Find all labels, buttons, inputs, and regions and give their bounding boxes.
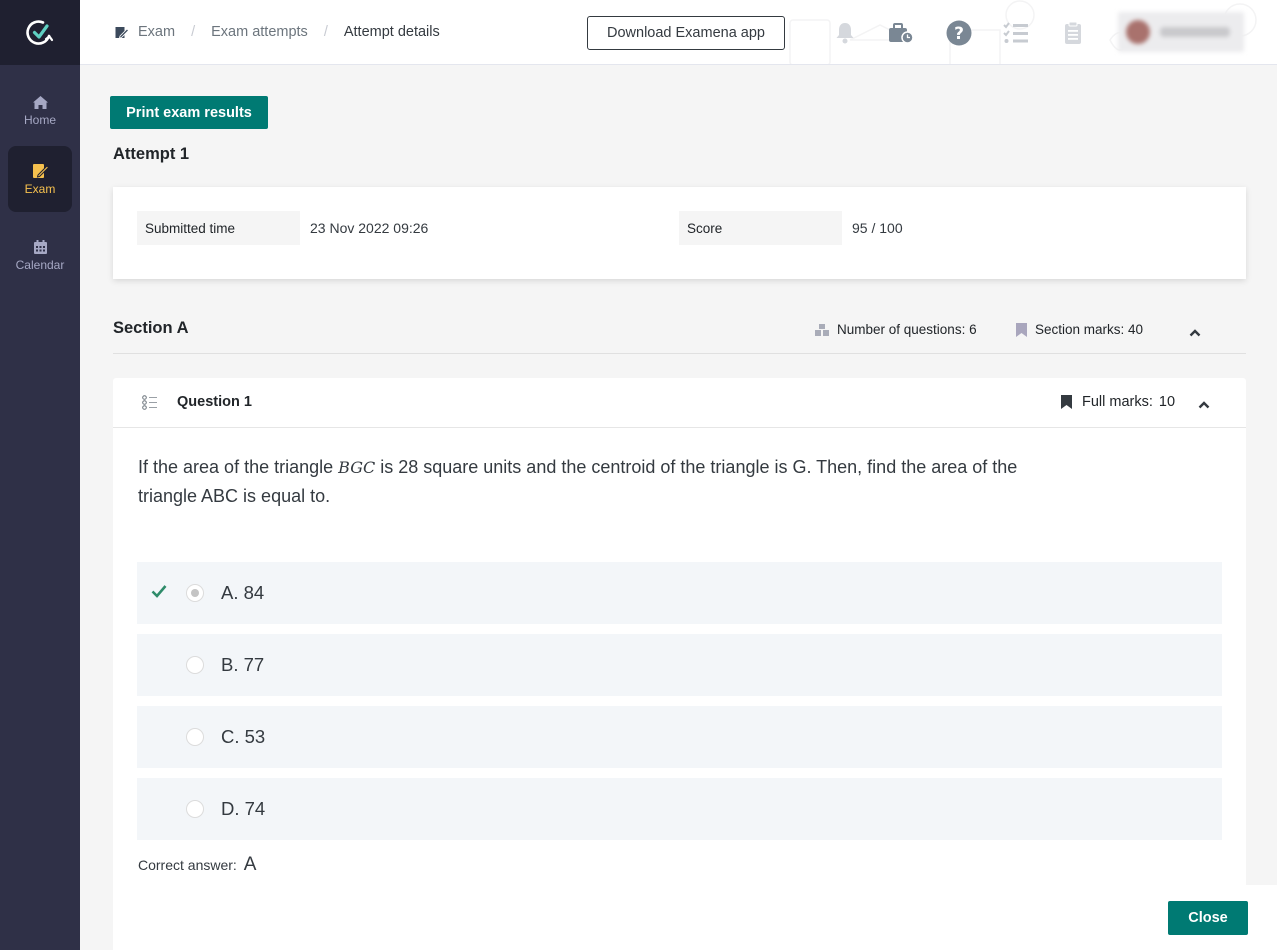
check-circle-logo-icon <box>26 19 54 45</box>
breadcrumb-separator: / <box>323 24 328 40</box>
correct-answer-value: A <box>243 854 257 875</box>
number-of-questions: Number of questions: 6 <box>815 322 977 337</box>
score-value: 95 / 100 <box>852 220 903 236</box>
sidebar-item-exam[interactable]: Exam <box>8 146 72 212</box>
question-list-icon <box>142 395 157 415</box>
question-text-part: If the area of the triangle <box>138 457 339 477</box>
collapse-section-chevron-up-icon[interactable] <box>1189 324 1201 342</box>
download-app-button[interactable]: Download Examena app <box>587 16 785 50</box>
sidebar-item-label: Calendar <box>15 257 65 272</box>
task-list-icon <box>1003 22 1028 43</box>
tasks-button[interactable] <box>1001 18 1031 48</box>
help-icon: ? <box>946 20 972 46</box>
option-label: A. 84 <box>221 582 265 603</box>
bookmark-icon <box>1061 395 1072 409</box>
number-of-questions-text: Number of questions: 6 <box>837 322 977 337</box>
answer-option-c[interactable]: C. 53 <box>137 706 1222 768</box>
section-marks: Section marks: 40 <box>1016 322 1143 337</box>
exam-edit-icon <box>32 163 49 178</box>
correct-answer-label: Correct answer: <box>138 857 237 873</box>
question-title: Question 1 <box>177 394 252 410</box>
close-button[interactable]: Close <box>1168 901 1248 935</box>
bell-icon <box>836 23 854 44</box>
clipboard-button[interactable] <box>1058 18 1088 48</box>
correct-check-icon <box>151 584 167 603</box>
notifications-button[interactable] <box>830 18 860 48</box>
user-name-redacted <box>1160 27 1230 37</box>
section-title: Section A <box>113 319 189 337</box>
app-logo[interactable] <box>0 0 80 65</box>
full-marks-label: Full marks: <box>1082 394 1153 410</box>
option-radio[interactable] <box>186 656 204 674</box>
sidebar-item-label: Exam <box>24 181 56 196</box>
question-card: Question 1 Full marks: 10 If the area of… <box>113 378 1246 950</box>
section-marks-text: Section marks: 40 <box>1035 322 1144 337</box>
sidebar-item-calendar[interactable]: Calendar <box>8 222 72 288</box>
sidebar-item-home[interactable]: Home <box>8 78 72 144</box>
breadcrumb-attempt-details: Attempt details <box>343 24 440 40</box>
answer-option-d[interactable]: D. 74 <box>137 778 1222 840</box>
answer-option-b[interactable]: B. 77 <box>137 634 1222 696</box>
sidebar: Home Exam Calendar <box>0 0 80 950</box>
user-profile-menu[interactable] <box>1118 12 1244 52</box>
breadcrumb-exam-attempts[interactable]: Exam attempts <box>211 24 308 40</box>
collapse-question-chevron-up-icon[interactable] <box>1198 396 1210 414</box>
option-radio[interactable] <box>186 800 204 818</box>
full-marks-value: 10 <box>1158 394 1176 410</box>
avatar <box>1126 20 1150 44</box>
exam-edit-icon <box>115 26 129 39</box>
score-label: Score <box>679 211 842 245</box>
schedule-button[interactable] <box>886 18 916 48</box>
boxes-icon <box>815 323 829 336</box>
option-label: D. 74 <box>221 798 266 819</box>
option-label: B. 77 <box>221 654 265 675</box>
option-radio[interactable] <box>186 728 204 746</box>
submitted-time-value: 23 Nov 2022 09:26 <box>310 220 429 236</box>
section-header: Section A Number of questions: 6 Section… <box>113 310 1246 354</box>
option-label: C. 53 <box>221 726 266 747</box>
calendar-icon <box>33 239 47 254</box>
briefcase-clock-icon <box>889 23 914 44</box>
clipboard-icon <box>1065 21 1081 44</box>
sidebar-item-label: Home <box>23 113 56 127</box>
question-math-expression: BGC <box>338 458 376 477</box>
option-radio[interactable] <box>186 584 204 602</box>
submitted-time-label: Submitted time <box>137 211 300 245</box>
attempt-title: Attempt 1 <box>113 145 190 163</box>
question-header: Question 1 Full marks: 10 <box>113 378 1246 428</box>
home-icon <box>32 96 48 109</box>
correct-answer: Correct answer: A <box>138 854 256 876</box>
question-text: If the area of the triangle BGC is 28 sq… <box>138 453 1018 510</box>
attempt-summary-card: Submitted time 23 Nov 2022 09:26 Score 9… <box>113 187 1246 279</box>
breadcrumb-exam[interactable]: Exam <box>138 24 175 40</box>
print-exam-results-button[interactable]: Print exam results <box>110 96 268 129</box>
answer-option-a[interactable]: A. 84 <box>137 562 1222 624</box>
top-header: Exam / Exam attempts / Attempt details D… <box>80 0 1277 65</box>
breadcrumb-separator: / <box>191 24 196 40</box>
svg-text:?: ? <box>954 24 964 44</box>
help-button[interactable]: ? <box>944 18 974 48</box>
footer-bar: Close <box>113 885 1277 950</box>
question-full-marks: Full marks: 10 <box>1061 394 1175 410</box>
breadcrumb: Exam / Exam attempts / Attempt details <box>115 24 440 40</box>
bookmark-icon <box>1016 322 1027 337</box>
